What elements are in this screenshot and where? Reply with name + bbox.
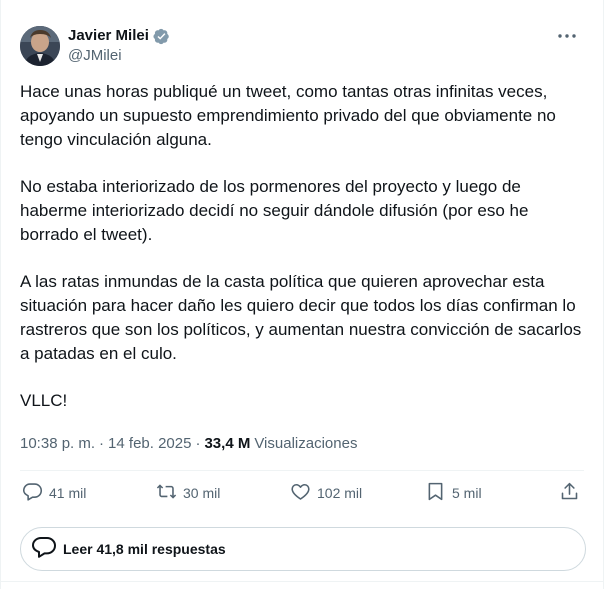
- bookmark-count: 5 mil: [452, 485, 482, 501]
- action-bar: 41 mil 30 mil 102 mil 5 mil: [20, 481, 584, 509]
- tweet-paragraph: VLLC!: [20, 391, 68, 410]
- retweet-count: 30 mil: [183, 485, 221, 501]
- like-button[interactable]: 102 mil: [290, 481, 362, 505]
- author-info: Javier Milei @JMilei: [68, 27, 170, 66]
- divider: [20, 470, 584, 471]
- author-name[interactable]: Javier Milei: [68, 27, 149, 45]
- tweet-date[interactable]: 14 feb. 2025: [108, 434, 191, 454]
- tweet-text: Hace unas horas publiqué un tweet, como …: [20, 80, 586, 436]
- like-count: 102 mil: [317, 485, 363, 501]
- meta-separator: ·: [195, 435, 201, 452]
- retweet-button[interactable]: 30 mil: [156, 481, 220, 505]
- tweet-paragraph: Hace unas horas publiqué un tweet, como …: [20, 82, 556, 149]
- read-replies-label: Leer 41,8 mil respuestas: [63, 541, 226, 557]
- divider: [1, 581, 603, 582]
- retweet-icon: [156, 481, 177, 505]
- tweet-meta: 10:38 p. m. · 14 feb. 2025 · 33,4 M Visu…: [20, 434, 357, 454]
- more-icon[interactable]: [556, 28, 578, 44]
- tweet-time[interactable]: 10:38 p. m.: [20, 434, 95, 454]
- share-button[interactable]: [559, 481, 580, 505]
- meta-separator: ·: [99, 435, 105, 452]
- tweet-card: Javier Milei @JMilei Hace unas horas pub…: [0, 0, 604, 589]
- reply-count: 41 mil: [49, 485, 87, 501]
- bookmark-button[interactable]: 5 mil: [425, 481, 482, 505]
- reply-button[interactable]: 41 mil: [22, 481, 86, 505]
- bookmark-icon: [425, 481, 446, 505]
- verified-badge-icon: [153, 28, 170, 45]
- read-replies-button[interactable]: Leer 41,8 mil respuestas: [20, 527, 586, 571]
- views-label: Visualizaciones: [254, 435, 358, 452]
- tweet-header: Javier Milei @JMilei: [20, 26, 584, 68]
- replies-bubble-icon: [31, 534, 57, 565]
- tweet-paragraph: No estaba interiorizado de los pormenore…: [20, 177, 529, 244]
- like-icon: [290, 481, 311, 505]
- avatar[interactable]: [20, 26, 60, 66]
- views-count: 33,4 M: [204, 435, 251, 452]
- author-handle[interactable]: @JMilei: [68, 46, 170, 66]
- reply-icon: [22, 481, 43, 505]
- tweet-paragraph: A las ratas inmundas de la casta polític…: [20, 272, 582, 363]
- share-icon: [559, 481, 580, 505]
